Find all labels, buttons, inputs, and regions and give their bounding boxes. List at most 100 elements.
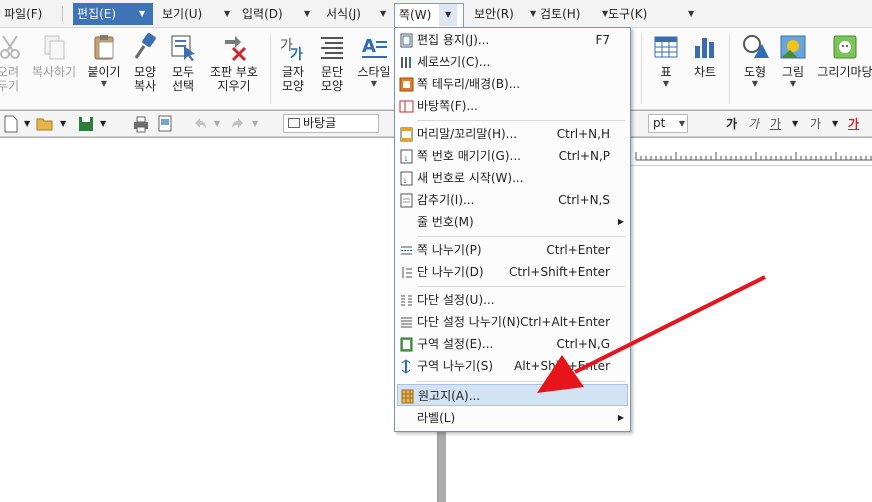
table-button[interactable]: 표 ▼ xyxy=(650,32,682,89)
chevron-down-icon: ▼ xyxy=(688,9,695,18)
ribbon-divider xyxy=(270,34,271,104)
select-all-icon xyxy=(171,35,195,61)
menu-item-multi-column[interactable]: 다단 설정(U)... xyxy=(397,289,628,311)
chevron-down-icon: ▼ xyxy=(224,9,231,18)
unit-combo[interactable]: pt ▼ xyxy=(648,114,688,133)
menu-item-page-setup[interactable]: 편집 용지(J)... F7 xyxy=(397,29,628,51)
svg-text:A: A xyxy=(362,36,376,57)
chart-button[interactable]: 차트 xyxy=(688,32,722,79)
copy-button[interactable]: 복사하기 xyxy=(28,32,80,79)
menu-page[interactable]: 쪽(W) ▼ xyxy=(394,3,464,28)
chevron-down-icon[interactable]: ▼ xyxy=(60,115,66,133)
menu-item-column-break[interactable]: 단 나누기(D) Ctrl+Shift+Enter xyxy=(397,261,628,283)
menu-item-manuscript-paper[interactable]: 원고지(A)... xyxy=(397,384,628,406)
bold-button[interactable]: 가 xyxy=(726,115,737,133)
italic-button[interactable]: 가 xyxy=(748,115,759,133)
menu-item-label-sheet[interactable]: 라벨(L) ▶ xyxy=(397,407,628,429)
clipboard-icon xyxy=(94,35,114,60)
menu-item-label: 바탕쪽(F)... xyxy=(417,99,478,113)
chevron-down-icon[interactable]: ▼ xyxy=(100,115,106,133)
clear-codes-button[interactable]: 조판 부호 지우기 xyxy=(204,32,264,93)
chevron-down-icon[interactable]: ▼ xyxy=(214,115,220,133)
brush-icon xyxy=(134,33,156,59)
menu-review[interactable]: 검토(H) ▼ xyxy=(536,3,614,25)
svg-text:1: 1 xyxy=(404,156,408,163)
new-number-icon: 1 xyxy=(400,171,413,186)
print-preview-icon[interactable] xyxy=(156,115,174,133)
page-menu-dropdown: 편집 용지(J)... F7 세로쓰기(C)... 쪽 테두리/배경(B)...… xyxy=(394,27,631,432)
menu-edit[interactable]: 편집(E) ▼ xyxy=(73,3,153,25)
undo-icon[interactable] xyxy=(192,115,208,133)
menu-item-vertical-writing[interactable]: 세로쓰기(C)... xyxy=(397,51,628,73)
master-page-icon xyxy=(399,100,414,113)
format-painter-label-1: 모양 xyxy=(133,65,157,79)
menu-review-label: 검토(H) xyxy=(540,7,581,21)
shape-button[interactable]: 도형 ▼ xyxy=(736,32,774,89)
page-break-icon xyxy=(401,246,412,255)
select-all-button[interactable]: 모두 선택 xyxy=(166,32,200,93)
menu-security[interactable]: 보안(R) ▼ xyxy=(470,3,542,25)
char-shape-button[interactable]: 가가 글자 모양 xyxy=(276,32,310,93)
strikethrough-button[interactable]: 가 xyxy=(810,115,821,133)
drawing-gallery-button[interactable]: 그리기마당 xyxy=(814,32,872,79)
redo-icon[interactable] xyxy=(230,115,246,133)
document-page-left[interactable] xyxy=(0,138,438,502)
print-icon[interactable] xyxy=(132,115,150,133)
menu-item-page-break[interactable]: 쪽 나누기(P) Ctrl+Enter xyxy=(397,239,628,261)
char-shape-label-2: 모양 xyxy=(281,79,305,93)
shape-label: 도형 xyxy=(743,65,767,79)
format-painter-button[interactable]: 모양 복사 xyxy=(128,32,162,93)
menu-item-header-footer[interactable]: 머리말/꼬리말(H)... Ctrl+N,H xyxy=(397,123,628,145)
submenu-arrow-icon: ▶ xyxy=(617,413,624,422)
menu-item-master-page[interactable]: 바탕쪽(F)... xyxy=(397,95,628,117)
column-break-icon xyxy=(402,267,412,278)
menu-item-new-number[interactable]: 1 새 번호로 시작(W)... xyxy=(397,167,628,189)
menu-item-hide[interactable]: 감추기(I)... Ctrl+N,S xyxy=(397,189,628,211)
submenu-arrow-icon: ▶ xyxy=(617,217,624,226)
picture-button[interactable]: 그림 ▼ xyxy=(776,32,810,89)
menu-item-label: 감추기(I)... xyxy=(417,193,475,207)
format-painter-label-2: 복사 xyxy=(133,79,157,93)
menu-tools[interactable]: 도구(K) ▼ xyxy=(604,3,704,25)
menu-format[interactable]: 서식(J) ▼ xyxy=(322,3,392,25)
style-icon: A xyxy=(362,36,387,58)
menu-item-label: 쪽 테두리/배경(B)... xyxy=(417,77,521,91)
chevron-down-icon[interactable]: ▼ xyxy=(252,115,258,133)
menu-item-multi-column-break[interactable]: 다단 설정 나누기(N) Ctrl+Alt+Enter xyxy=(397,311,628,333)
menu-item-line-number[interactable]: 줄 번호(M) ▶ xyxy=(397,211,628,233)
style-button[interactable]: A 스타일 ▼ xyxy=(354,32,394,89)
menu-item-shortcut: Ctrl+N,P xyxy=(558,149,610,163)
menu-item-section-break[interactable]: 구역 나누기(S) Alt+Shift+Enter xyxy=(397,355,628,377)
paste-label: 붙이기 xyxy=(87,65,121,79)
underline-button[interactable]: 가 xyxy=(770,115,781,133)
menu-tools-label: 도구(K) xyxy=(608,7,648,21)
menu-item-label: 머리말/꼬리말(H)... xyxy=(417,127,518,141)
para-shape-button[interactable]: 문단 모양 xyxy=(314,32,350,93)
menu-separator xyxy=(417,286,625,287)
chevron-down-icon: ▼ xyxy=(380,9,387,18)
table-icon xyxy=(654,36,678,58)
chevron-down-icon[interactable]: ▼ xyxy=(792,115,798,133)
menu-file[interactable]: 파일(F) xyxy=(0,3,48,25)
chevron-down-icon[interactable]: ▼ xyxy=(24,115,30,133)
ribbon-divider xyxy=(641,34,642,104)
style-combo-icon xyxy=(288,118,300,128)
save-icon[interactable] xyxy=(78,115,94,133)
chevron-down-icon: ▼ xyxy=(751,79,759,88)
para-shape-label-2: 모양 xyxy=(320,79,344,93)
menu-view[interactable]: 보기(U) ▼ xyxy=(158,3,234,25)
font-color-button[interactable]: 가 xyxy=(848,115,859,133)
paste-button[interactable]: 붙이기 ▼ xyxy=(84,32,124,89)
menu-insert[interactable]: 입력(D) ▼ xyxy=(238,3,314,25)
multi-column-break-icon xyxy=(401,317,412,328)
menu-item-section-setup[interactable]: 구역 설정(E)... Ctrl+N,G xyxy=(397,333,628,355)
menu-separator xyxy=(417,120,625,121)
new-document-icon[interactable] xyxy=(4,115,18,133)
style-combo[interactable]: 바탕글 xyxy=(283,114,379,133)
menu-item-page-border[interactable]: 쪽 테두리/배경(B)... xyxy=(397,73,628,95)
cut-button[interactable]: 오려 두기 xyxy=(0,32,26,93)
cut-label-1: 오려 xyxy=(0,65,20,79)
open-folder-icon[interactable] xyxy=(36,115,54,133)
chevron-down-icon[interactable]: ▼ xyxy=(832,115,838,133)
menu-item-page-number[interactable]: 1 쪽 번호 매기기(G)... Ctrl+N,P xyxy=(397,145,628,167)
